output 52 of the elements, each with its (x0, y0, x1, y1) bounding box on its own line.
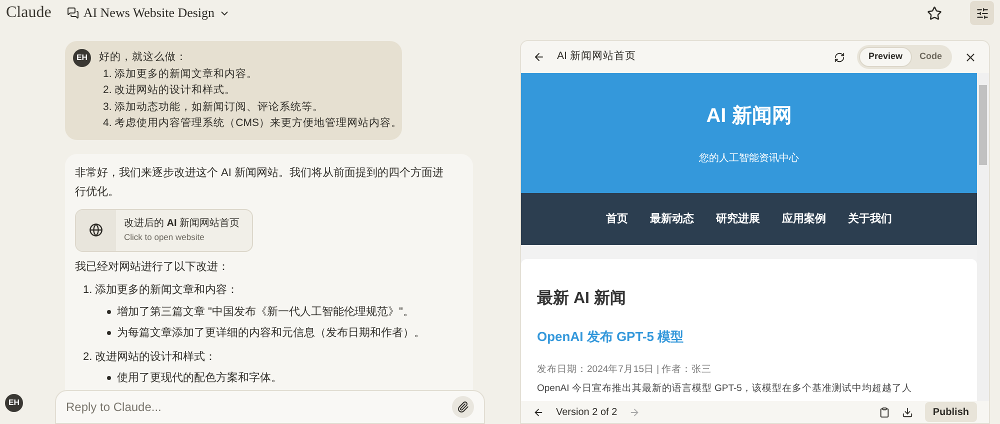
attach-button[interactable] (452, 396, 474, 418)
preview-title: AI 新闻网站首页 (557, 49, 637, 64)
star-icon[interactable] (927, 6, 942, 20)
section-title: 最新 AI 新闻 (537, 288, 627, 309)
paperclip-icon (457, 401, 469, 413)
chat-title-menu[interactable]: AI News Website Design (67, 3, 230, 23)
settings-button[interactable] (970, 1, 994, 25)
reply-box[interactable]: Reply to Claude... (55, 390, 485, 424)
article-meta: 发布日期：2024年7月15日 | 作者：张三 (537, 362, 713, 376)
artifact-subtitle: Click to open website (124, 231, 206, 244)
bullet-icon (107, 376, 111, 380)
settings-icon (976, 6, 988, 20)
bullet-icon (107, 331, 111, 336)
bullet-text: 增加了第三篇文章 "中国发布《新一代人工智能伦理规范》"。 (117, 304, 414, 320)
message-text: 非常好，我们来逐步改进这个 AI 新闻网站。我们将从前面提到的四个方面进行优化。 (75, 166, 445, 200)
copy-icon[interactable] (878, 406, 890, 418)
user-avatar: EH (73, 49, 91, 67)
nav-link[interactable]: 应用案例 (782, 210, 826, 228)
refresh-icon[interactable] (834, 52, 846, 62)
site-tagline: 您的人工智能资讯中心 (699, 152, 799, 166)
nav-link[interactable]: 关于我们 (848, 210, 892, 228)
globe-icon (89, 223, 103, 237)
list-item: 2. 改进网站的设计和样式： (83, 350, 218, 364)
view-tab[interactable]: Code (912, 47, 950, 67)
nav-link[interactable]: 首页 (606, 210, 628, 228)
message-line: 3. 添加动态功能，如新闻订阅、评论系统等。 (102, 100, 325, 114)
reply-input[interactable]: Reply to Claude... (66, 398, 452, 416)
bullet-icon (107, 310, 111, 314)
artifact-title: 改进后的 AI 新闻网站首页 (124, 216, 240, 232)
download-icon[interactable] (902, 406, 913, 418)
message-line: 4. 考虑使用内容管理系统（CMS）来更方便地管理网站内容。 (102, 116, 402, 131)
previous-version-icon[interactable] (533, 406, 544, 418)
message-line: 2. 改进网站的设计和样式。 (102, 83, 237, 98)
user-avatar: EH (5, 394, 23, 412)
site-title: AI 新闻网 (706, 104, 792, 128)
publish-button[interactable]: Publish (924, 402, 977, 422)
app-logo[interactable]: Claude (6, 1, 52, 25)
back-icon[interactable] (533, 51, 545, 63)
bullet-text: 使用了更现代的配色方案和字体。 (117, 370, 282, 386)
article-text: OpenAI 今日宣布推出其最新的语言模型 GPT-5，该模型在多个基准测试中均超越了人 (537, 382, 913, 396)
message-line: 1. 添加更多的新闻文章和内容。 (102, 66, 259, 82)
message-text: 我已经对网站进行了以下改进： (75, 260, 230, 274)
close-icon[interactable] (964, 50, 977, 64)
artifact-card[interactable]: 改进后的 AI 新闻网站首页 Click to open website (75, 208, 253, 252)
bullet-text: 为每篇文章添加了更详细的内容和元信息（发布日期和作者）。 (117, 326, 425, 341)
list-item: 1. 添加更多的新闻文章和内容： (83, 282, 240, 298)
nav-link[interactable]: 最新动态 (650, 210, 694, 228)
version-label: Version 2 of 2 (556, 406, 618, 420)
chat-icon (67, 7, 80, 19)
message-line: 好的，就这么做： (99, 50, 188, 65)
nav-link[interactable]: 研究进展 (716, 210, 760, 228)
view-tab[interactable]: Preview (859, 47, 912, 67)
